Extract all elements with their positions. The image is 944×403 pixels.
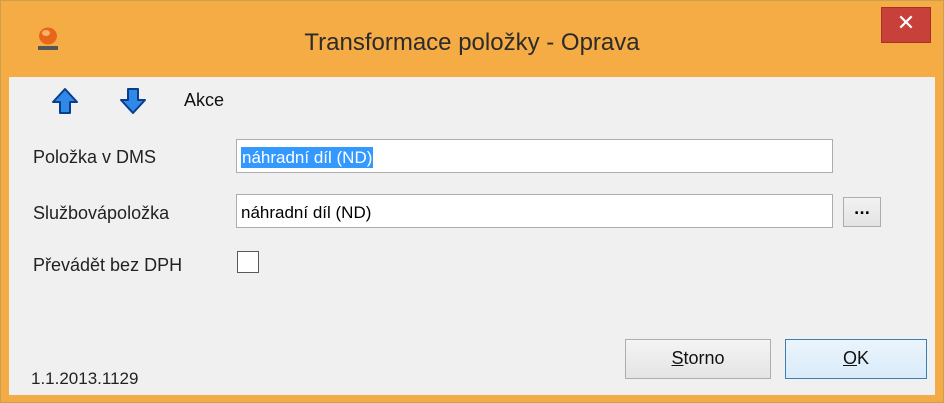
version-label: 1.1.2013.1129 — [31, 369, 139, 388]
cancel-button[interactable]: Storno — [625, 339, 771, 379]
arrow-down-icon[interactable] — [119, 87, 147, 115]
browse-button[interactable]: ... — [843, 197, 881, 227]
close-button[interactable]: ✕ — [881, 7, 931, 43]
service-item-label: Službovápoložka — [33, 203, 170, 223]
ok-button-mnemonic: O — [842, 348, 857, 368]
akce-menu[interactable]: Akce — [184, 90, 224, 111]
title-bar[interactable]: Transformace položky - Oprava ✕ — [1, 1, 943, 77]
cancel-button-label: torno — [683, 348, 725, 368]
ok-button[interactable]: OK — [785, 339, 927, 379]
window-title: Transformace položky - Oprava — [304, 29, 640, 56]
no-vat-label: Převádět bez DPH — [33, 255, 183, 275]
cancel-button-mnemonic: S — [671, 348, 684, 368]
dms-item-field[interactable]: náhradní díl (ND) — [236, 139, 833, 173]
dms-item-value: náhradní díl (ND) — [241, 147, 374, 168]
arrow-up-icon[interactable] — [51, 87, 79, 115]
dialog-body: Akce Položka v DMS náhradní díl (ND) Slu… — [9, 77, 935, 395]
service-item-field[interactable]: náhradní díl (ND) — [236, 194, 833, 228]
ok-button-label: K — [857, 348, 870, 368]
dms-item-label: Položka v DMS — [33, 147, 157, 167]
no-vat-checkbox[interactable] — [237, 251, 259, 273]
dialog-window: Transformace položky - Oprava ✕ Akce Pol… — [0, 0, 944, 403]
service-item-value: náhradní díl (ND) — [241, 203, 372, 222]
